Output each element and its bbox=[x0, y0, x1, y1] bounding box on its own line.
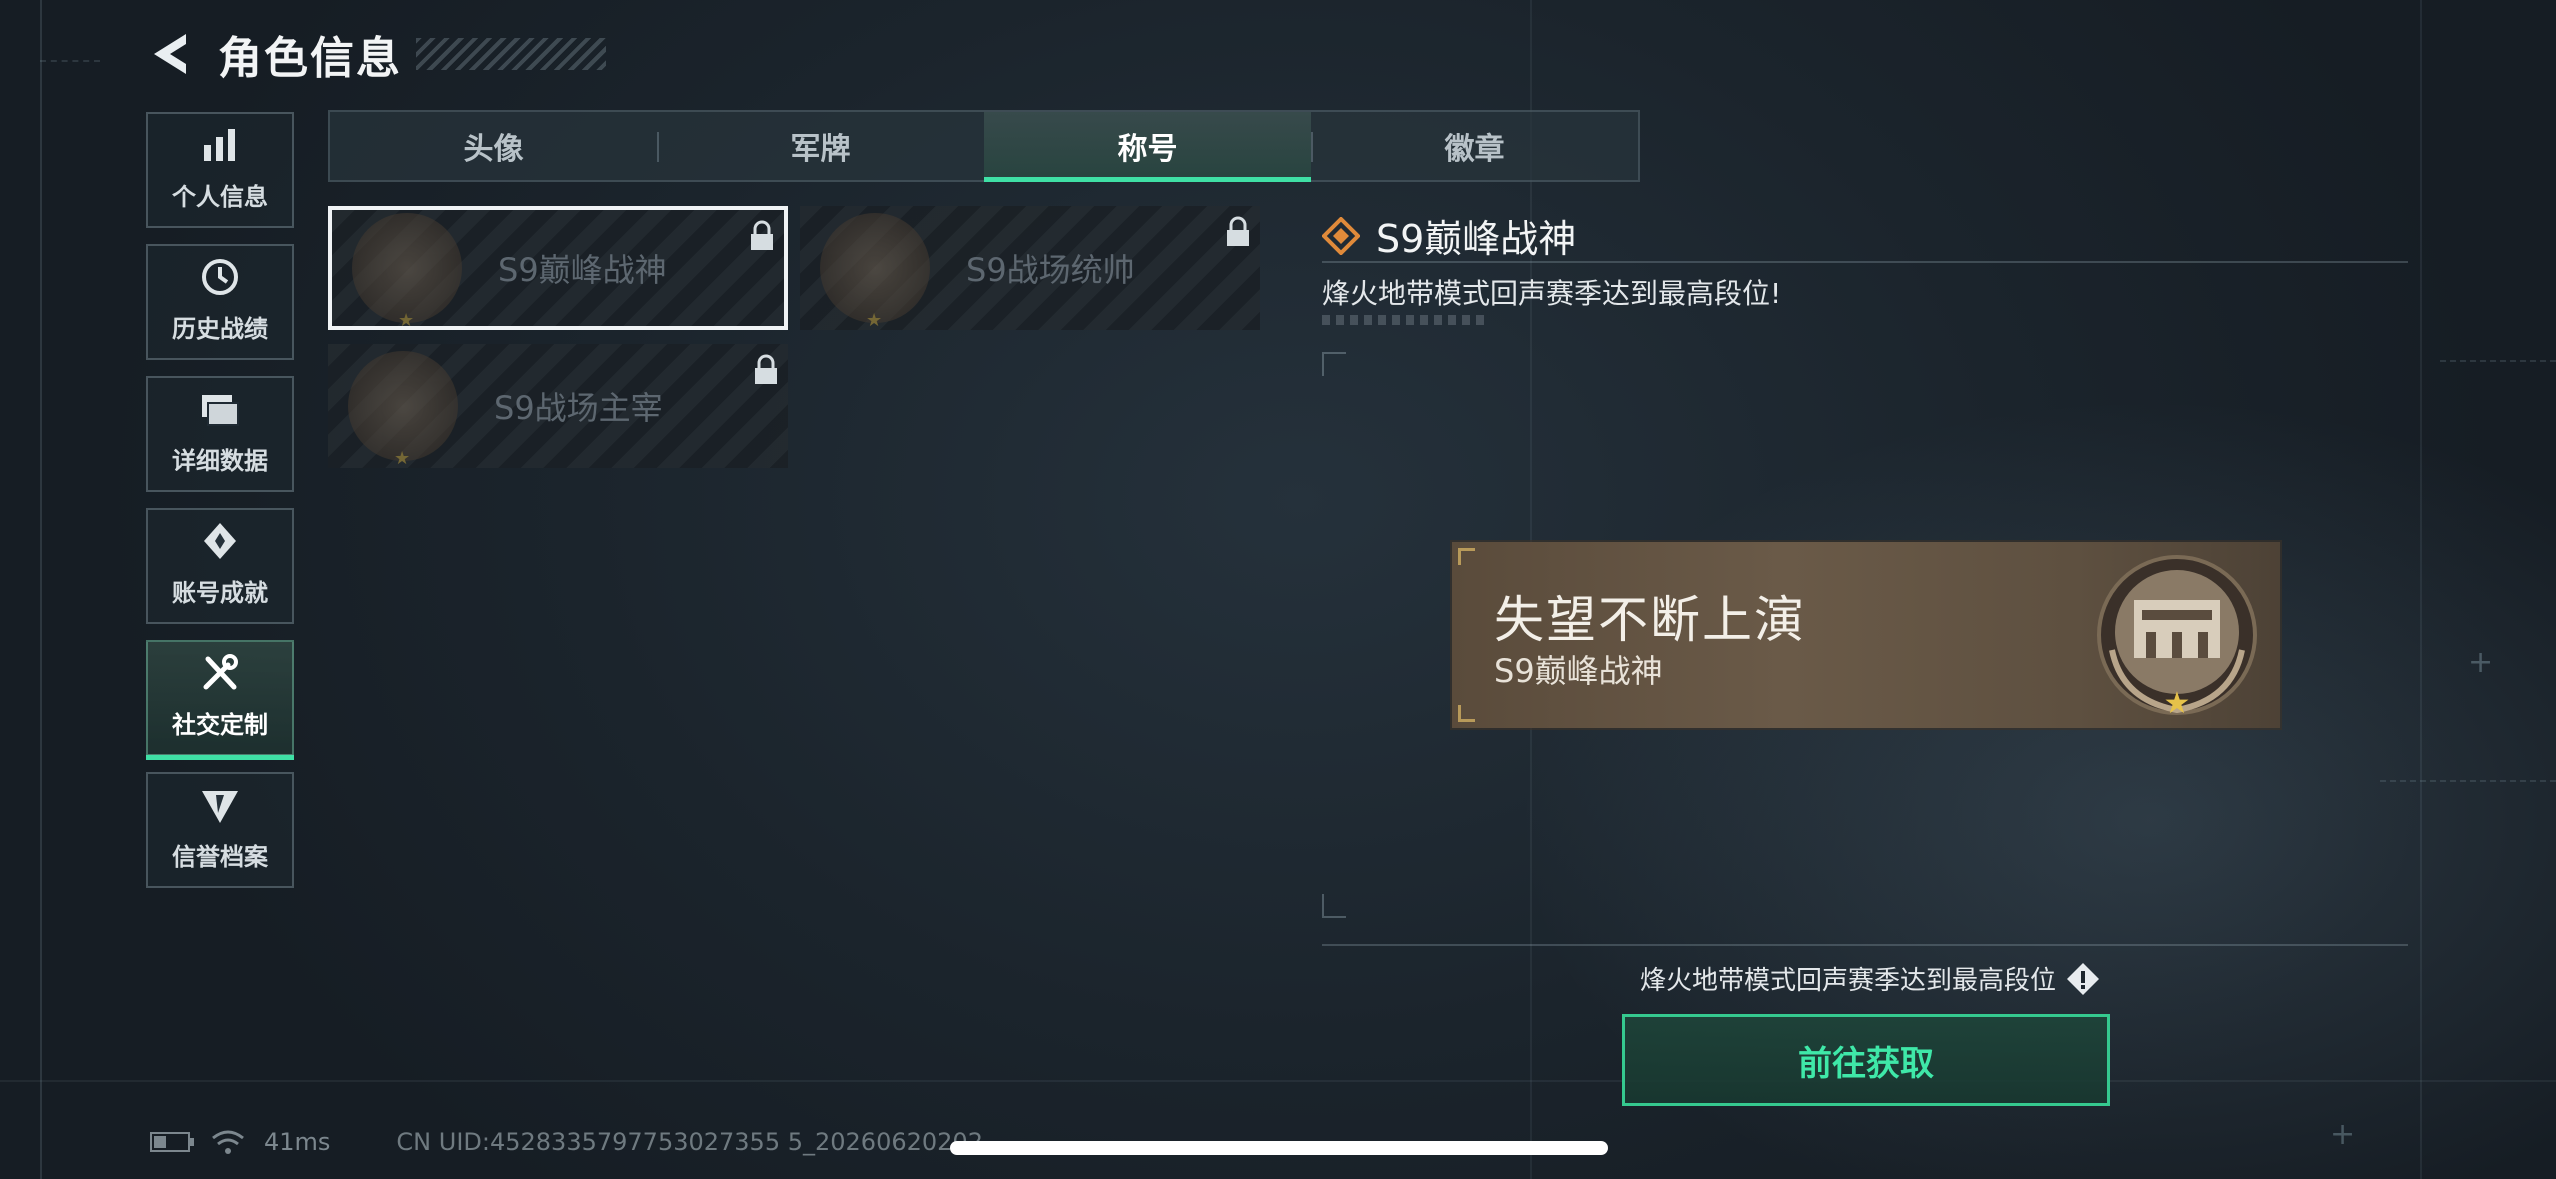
sidebar: 个人信息 历史战绩 详细数据 账号成就 社交定制 信誉档案 bbox=[146, 112, 296, 904]
faint-text-decoration bbox=[1322, 315, 1488, 325]
sidebar-item-achievements[interactable]: 账号成就 bbox=[146, 508, 294, 624]
folder-icon bbox=[202, 395, 239, 426]
tab-badge[interactable]: 徽章 bbox=[1311, 112, 1638, 180]
deco-cross: + bbox=[2468, 645, 2494, 680]
lock-icon bbox=[751, 220, 773, 250]
info-icon[interactable] bbox=[2066, 962, 2100, 996]
title-card[interactable]: S9战场统帅 bbox=[800, 206, 1260, 331]
sidebar-item-details[interactable]: 详细数据 bbox=[146, 376, 294, 492]
back-button[interactable] bbox=[146, 26, 194, 82]
banner-main-text: 失望不断上演 bbox=[1494, 591, 1806, 649]
uid-text: CN UID:4528335797753027355 5_20260620202 bbox=[396, 1128, 983, 1156]
title-card[interactable]: S9战场主宰 bbox=[328, 344, 788, 469]
detail-header: S9巅峰战神 bbox=[1322, 208, 1576, 263]
sidebar-item-social-custom[interactable]: 社交定制 bbox=[146, 640, 294, 760]
tab-dog-tag[interactable]: 军牌 bbox=[657, 112, 984, 180]
bar-chart-icon bbox=[204, 129, 235, 161]
acquire-condition: 烽火地带模式回声赛季达到最高段位 bbox=[1640, 960, 2100, 997]
emblem-icon bbox=[348, 351, 458, 469]
title-card-label: S9巅峰战神 bbox=[498, 251, 667, 289]
deco-line bbox=[2440, 360, 2556, 362]
deco-line bbox=[0, 1080, 2556, 1082]
medal-icon bbox=[204, 523, 236, 559]
title-banner-preview: 失望不断上演 S9巅峰战神 ★ bbox=[1452, 542, 2280, 728]
deco-cross: + bbox=[2330, 1117, 2356, 1152]
diamond-icon bbox=[1322, 216, 1360, 255]
tab-title[interactable]: 称号 bbox=[984, 112, 1311, 182]
battery-icon bbox=[150, 1132, 194, 1152]
detail-title: S9巅峰战神 bbox=[1376, 217, 1577, 261]
ping-text: 41ms bbox=[264, 1128, 331, 1156]
lock-icon bbox=[755, 354, 777, 384]
deco-line bbox=[2420, 0, 2422, 1179]
tab-bar: 头像 军牌 称号 徽章 bbox=[328, 110, 1640, 182]
banner-corner bbox=[1458, 705, 1475, 722]
banner-corner bbox=[1458, 548, 1475, 565]
divider bbox=[1322, 944, 2408, 946]
back-arrow-icon bbox=[154, 34, 186, 74]
deco-line bbox=[40, 60, 100, 62]
sidebar-item-label: 社交定制 bbox=[172, 711, 268, 739]
sidebar-item-label: 详细数据 bbox=[172, 447, 268, 475]
tab-avatar[interactable]: 头像 bbox=[330, 112, 657, 180]
lock-icon bbox=[1227, 216, 1249, 246]
frame-corner bbox=[1322, 894, 1346, 918]
sidebar-item-credit[interactable]: 信誉档案 bbox=[146, 772, 294, 888]
emblem-icon bbox=[820, 213, 930, 331]
sidebar-item-label: 信誉档案 bbox=[172, 843, 268, 871]
tools-icon bbox=[203, 654, 238, 690]
svg-text:★: ★ bbox=[2164, 686, 2191, 720]
banner-sub-text: S9巅峰战神 bbox=[1494, 652, 1663, 690]
clock-icon bbox=[202, 259, 238, 295]
sidebar-item-label: 历史战绩 bbox=[172, 315, 268, 343]
divider bbox=[1322, 261, 2408, 263]
sidebar-item-personal-info[interactable]: 个人信息 bbox=[146, 112, 294, 228]
status-bar: 41ms CN UID:4528335797753027355 5_202606… bbox=[150, 1128, 983, 1156]
goto-acquire-button[interactable]: 前往获取 bbox=[1622, 1014, 2110, 1106]
frame-corner bbox=[1322, 352, 1346, 376]
emblem-icon bbox=[352, 213, 462, 331]
sidebar-item-label: 个人信息 bbox=[172, 183, 268, 211]
header: 角色信息 bbox=[146, 22, 606, 86]
detail-description: 烽火地带模式回声赛季达到最高段位! bbox=[1322, 277, 1782, 310]
wifi-icon bbox=[212, 1130, 244, 1154]
title-card-label: S9战场主宰 bbox=[494, 389, 663, 427]
sidebar-item-history[interactable]: 历史战绩 bbox=[146, 244, 294, 360]
page-title: 角色信息 bbox=[218, 33, 402, 84]
deco-line bbox=[40, 0, 42, 1179]
sidebar-item-label: 账号成就 bbox=[172, 579, 268, 607]
title-decoration bbox=[416, 38, 606, 70]
shield-icon bbox=[202, 791, 238, 823]
laurel-emblem-icon: ★ bbox=[2097, 555, 2257, 720]
acquire-condition-text: 烽火地带模式回声赛季达到最高段位 bbox=[1640, 966, 2057, 996]
home-indicator[interactable] bbox=[950, 1141, 1608, 1155]
title-card-label: S9战场统帅 bbox=[966, 251, 1135, 289]
title-card[interactable]: S9巅峰战神 bbox=[328, 206, 788, 331]
